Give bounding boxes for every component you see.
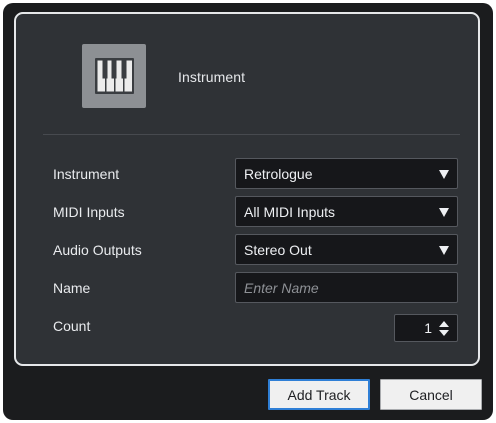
add-track-button[interactable]: Add Track bbox=[268, 379, 370, 410]
instrument-label: Instrument bbox=[53, 166, 120, 182]
add-track-dialog: Instrument Instrument Retrologue MIDI In… bbox=[3, 3, 493, 420]
stepper-arrows-icon[interactable] bbox=[439, 321, 449, 336]
cancel-button[interactable]: Cancel bbox=[380, 379, 482, 410]
audio-outputs-dropdown-value: Stereo Out bbox=[244, 242, 312, 258]
audio-outputs-label: Audio Outputs bbox=[53, 242, 142, 258]
name-input[interactable] bbox=[235, 272, 458, 303]
instrument-dropdown-value: Retrologue bbox=[244, 166, 313, 182]
chevron-down-icon bbox=[439, 170, 449, 179]
decrement-arrow-icon[interactable] bbox=[439, 330, 449, 336]
piano-keys-icon bbox=[82, 44, 146, 108]
name-label: Name bbox=[53, 280, 91, 296]
midi-inputs-label: MIDI Inputs bbox=[53, 204, 125, 220]
midi-inputs-dropdown[interactable]: All MIDI Inputs bbox=[235, 196, 458, 227]
count-stepper[interactable]: 1 bbox=[394, 314, 458, 342]
instrument-track-panel: Instrument Instrument Retrologue MIDI In… bbox=[14, 12, 480, 366]
header-divider bbox=[43, 134, 460, 135]
count-label: Count bbox=[53, 318, 91, 334]
track-type-title: Instrument bbox=[178, 69, 246, 85]
increment-arrow-icon[interactable] bbox=[439, 321, 449, 327]
instrument-dropdown[interactable]: Retrologue bbox=[235, 158, 458, 189]
chevron-down-icon bbox=[439, 246, 449, 255]
count-value: 1 bbox=[424, 320, 432, 336]
midi-inputs-dropdown-value: All MIDI Inputs bbox=[244, 204, 336, 220]
audio-outputs-dropdown[interactable]: Stereo Out bbox=[235, 234, 458, 265]
chevron-down-icon bbox=[439, 208, 449, 217]
